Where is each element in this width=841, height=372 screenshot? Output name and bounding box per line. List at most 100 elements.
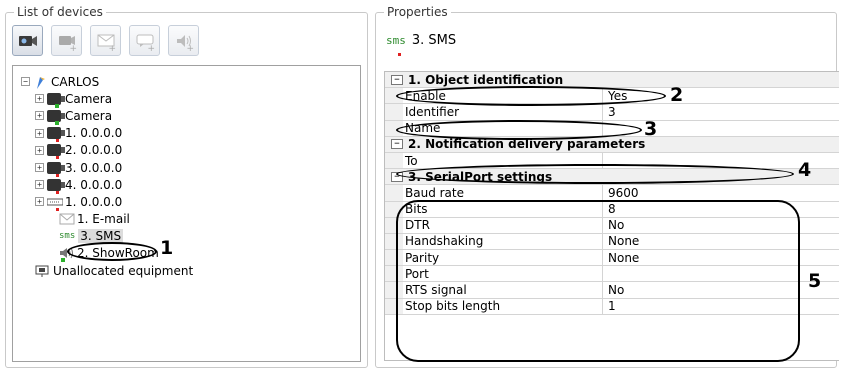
property-row-enable[interactable]: Enable Yes: [385, 88, 839, 105]
tree-item-label: Camera: [65, 108, 113, 123]
collapse-toggle-icon[interactable]: −: [391, 171, 403, 182]
sms-icon: sms: [59, 231, 76, 242]
expand-toggle-icon[interactable]: +: [35, 180, 44, 190]
tree-item-camera[interactable]: + Camera: [21, 107, 360, 125]
property-value[interactable]: [603, 266, 839, 281]
expand-toggle-icon[interactable]: +: [35, 94, 44, 104]
object-title: 3. SMS: [411, 33, 457, 48]
property-row-to[interactable]: To: [385, 152, 839, 170]
add-camera-icon: [18, 35, 37, 46]
property-name: Enable: [385, 88, 603, 104]
category-object-identification[interactable]: − 1. Object identification: [385, 72, 839, 89]
property-row-stop-bits[interactable]: Stop bits length 1: [385, 298, 839, 315]
property-value[interactable]: No: [603, 218, 839, 233]
property-row-parity[interactable]: Parity None: [385, 250, 839, 267]
property-value[interactable]: 8: [603, 202, 839, 217]
expand-toggle-icon[interactable]: +: [35, 111, 44, 121]
camera-icon: [47, 178, 65, 194]
property-grid: − 1. Object identification Enable Yes Id…: [384, 71, 839, 361]
tree-item-label: CARLOS: [51, 74, 100, 89]
property-value[interactable]: 1: [603, 299, 839, 314]
speaker-icon: [59, 247, 73, 263]
property-value[interactable]: 9600: [603, 185, 839, 200]
tree-item-label: 2. 0.0.0.0: [65, 143, 123, 158]
plus-icon: +: [108, 44, 116, 54]
property-row-rts-signal[interactable]: RTS signal No: [385, 282, 839, 299]
tree-item-camera[interactable]: + Camera: [21, 90, 360, 108]
tree-item-camera-1[interactable]: + 1. 0.0.0.0: [21, 125, 360, 143]
expand-toggle-icon[interactable]: +: [35, 197, 44, 207]
email-icon: [59, 213, 75, 225]
camera-icon: [47, 144, 65, 160]
tree-item-carlos[interactable]: − CARLOS: [21, 73, 360, 90]
category-serialport-settings[interactable]: − 3. SerialPort settings: [385, 169, 839, 186]
tree-item-io-board[interactable]: + 1. 0.0.0.0: [21, 193, 360, 211]
property-name: Port: [385, 266, 603, 282]
property-value[interactable]: Yes: [603, 88, 839, 103]
tree-item-email[interactable]: 1. E-mail: [21, 211, 360, 228]
camera-icon: [47, 161, 65, 177]
property-value[interactable]: No: [603, 282, 839, 297]
add-device-button[interactable]: +: [51, 25, 82, 56]
property-row-identifier[interactable]: Identifier 3: [385, 104, 839, 121]
annotation-number-3: 3: [644, 118, 658, 140]
devices-panel: List of devices + + + + − CARLOS + Camer…: [5, 5, 368, 368]
properties-panel: Properties sms 3. SMS − 1. Object identi…: [375, 5, 839, 368]
object-header: sms 3. SMS: [386, 33, 456, 48]
plus-icon: +: [186, 44, 194, 54]
property-row-handshaking[interactable]: Handshaking None: [385, 233, 839, 251]
camera-icon: [47, 127, 65, 143]
tree-item-camera-2[interactable]: + 2. 0.0.0.0: [21, 142, 360, 160]
add-sms-button[interactable]: +: [129, 25, 160, 56]
add-sound-button[interactable]: +: [168, 25, 199, 56]
property-row-dtr[interactable]: DTR No: [385, 217, 839, 234]
category-notification-delivery[interactable]: − 2. Notification delivery parameters: [385, 136, 839, 153]
property-value[interactable]: None: [603, 250, 839, 265]
category-title: 1. Object identification: [408, 72, 564, 87]
collapse-toggle-icon[interactable]: −: [391, 139, 403, 150]
tree-item-unallocated[interactable]: Unallocated equipment: [21, 262, 360, 279]
add-camera-button[interactable]: [12, 25, 43, 56]
tree-item-label: 1. 0.0.0.0: [65, 126, 123, 141]
annotation-number-5: 5: [808, 270, 822, 292]
category-title: 3. SerialPort settings: [408, 169, 553, 184]
property-name: RTS signal: [385, 282, 603, 298]
property-name: To: [385, 152, 603, 169]
property-name: Name: [385, 120, 603, 136]
property-name: DTR: [385, 217, 603, 234]
devices-toolbar: + + + +: [12, 25, 199, 56]
property-value[interactable]: [603, 121, 839, 136]
collapse-toggle-icon[interactable]: −: [21, 77, 30, 87]
tree-item-label: 2. ShowRoom: [77, 246, 159, 261]
property-value[interactable]: 3: [603, 104, 839, 119]
annotation-number-2: 2: [670, 84, 684, 106]
plus-icon: +: [69, 44, 77, 54]
add-email-button[interactable]: +: [90, 25, 121, 56]
devices-panel-title: List of devices: [14, 5, 106, 19]
tree-item-camera-3[interactable]: + 3. 0.0.0.0: [21, 159, 360, 177]
expand-toggle-icon[interactable]: +: [35, 128, 44, 138]
unallocated-icon: [35, 265, 49, 277]
expand-toggle-icon[interactable]: +: [35, 163, 44, 173]
plus-icon: +: [147, 44, 155, 54]
property-name: Identifier: [385, 104, 603, 120]
property-row-port[interactable]: Port: [385, 266, 839, 283]
tree-item-label: Camera: [65, 91, 113, 106]
device-tree: − CARLOS + Camera + Camera + 1. 0.0.0.0: [12, 65, 361, 362]
properties-panel-title: Properties: [384, 5, 451, 19]
property-row-baud-rate[interactable]: Baud rate 9600: [385, 185, 839, 202]
tree-item-sms[interactable]: sms 3. SMS: [21, 228, 360, 245]
sms-icon: sms: [386, 34, 406, 47]
expand-toggle-icon[interactable]: +: [35, 145, 44, 155]
annotation-number-4: 4: [798, 159, 812, 181]
property-value[interactable]: None: [603, 234, 839, 249]
tree-item-showroom[interactable]: 2. ShowRoom: [21, 245, 360, 263]
tree-item-camera-4[interactable]: + 4. 0.0.0.0: [21, 176, 360, 194]
property-row-name[interactable]: Name: [385, 120, 839, 137]
annotation-number-1: 1: [160, 237, 174, 259]
server-icon: [33, 76, 47, 89]
tree-item-label: 1. 0.0.0.0: [65, 194, 123, 209]
property-row-bits[interactable]: Bits 8: [385, 201, 839, 218]
property-name: Handshaking: [385, 233, 603, 250]
collapse-toggle-icon[interactable]: −: [391, 74, 403, 85]
